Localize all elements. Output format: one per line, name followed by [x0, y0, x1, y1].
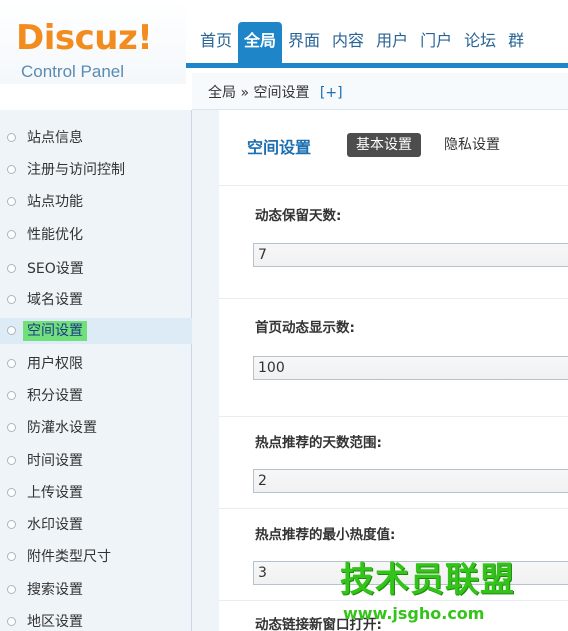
bullet-icon: [7, 456, 16, 465]
hot-days-range-input[interactable]: [253, 469, 568, 493]
bullet-icon: [7, 488, 16, 497]
nav-tabs: 首页 全局 界面 内容 用户 门户 论坛 群: [194, 22, 530, 63]
bullet-icon: [7, 197, 16, 206]
bullet-icon: [7, 326, 16, 335]
sidebar-item-label: 空间设置: [23, 321, 87, 341]
sidebar-item-region[interactable]: 地区设置: [0, 609, 192, 631]
sidebar-item-label: 注册与访问控制: [27, 162, 125, 178]
main-panel: 空间设置 基本设置 隐私设置 动态保留天数: 首页动态显示数: 热点推荐的天数范…: [192, 110, 568, 631]
settings-content: 空间设置 基本设置 隐私设置 动态保留天数: 首页动态显示数: 热点推荐的天数范…: [219, 110, 568, 631]
bullet-icon: [7, 359, 16, 368]
breadcrumb-bar: 全局 » 空间设置 [+]: [192, 73, 568, 110]
breadcrumb: 全局 » 空间设置 [+]: [208, 82, 343, 102]
sidebar-item-label: 站点功能: [27, 194, 83, 210]
tab-portal[interactable]: 门户: [414, 22, 458, 63]
sidebar-item-anti-spam[interactable]: 防灌水设置: [0, 415, 192, 441]
sidebar-item-watermark[interactable]: 水印设置: [0, 512, 192, 538]
bullet-icon: [7, 295, 16, 304]
sidebar-item-label: 地区设置: [27, 614, 83, 630]
field-label-feed-retention-days: 动态保留天数:: [255, 208, 342, 224]
sidebar-item-label: SEO设置: [27, 261, 84, 277]
divider: [219, 508, 568, 509]
bullet-icon: [7, 617, 16, 626]
field-label-hot-min-heat: 热点推荐的最小热度值:: [255, 527, 396, 543]
sidebar-item-space[interactable]: 空间设置: [0, 318, 192, 344]
bullet-icon: [7, 520, 16, 529]
tab-home[interactable]: 首页: [194, 22, 238, 63]
tab-interface[interactable]: 界面: [282, 22, 326, 63]
sidebar-item-search[interactable]: 搜索设置: [0, 577, 192, 603]
bullet-icon: [7, 230, 16, 239]
bullet-icon: [7, 133, 16, 142]
tab-users[interactable]: 用户: [370, 22, 414, 63]
watermark-url: www.jsgho.com: [343, 604, 485, 623]
divider: [219, 416, 568, 417]
tab-global[interactable]: 全局: [238, 22, 283, 63]
bullet-icon: [7, 165, 16, 174]
sidebar-item-label: 搜索设置: [27, 582, 83, 598]
bullet-icon: [7, 552, 16, 561]
feed-retention-days-input[interactable]: [253, 243, 568, 267]
sidebar-item-label: 用户权限: [27, 356, 83, 372]
tab-group[interactable]: 群: [502, 22, 530, 63]
add-shortcut-button[interactable]: [+]: [320, 85, 343, 101]
sidebar-item-site-features[interactable]: 站点功能: [0, 189, 192, 215]
bullet-icon: [7, 264, 16, 273]
sidebar-item-permissions[interactable]: 用户权限: [0, 351, 192, 377]
sidebar-item-domain[interactable]: 域名设置: [0, 287, 192, 313]
sidebar-item-label: 防灌水设置: [27, 420, 97, 436]
sidebar-item-time[interactable]: 时间设置: [0, 448, 192, 474]
top-nav: 首页 全局 界面 内容 用户 门户 论坛 群: [186, 0, 568, 68]
page-title: 空间设置: [247, 138, 312, 157]
watermark: 技术员联盟 www.jsgho.com: [340, 560, 568, 631]
divider: [219, 298, 568, 299]
watermark-title: 技术员联盟: [340, 560, 515, 600]
logo-subtitle: Control Panel: [21, 62, 125, 81]
sidebar-item-label: 时间设置: [27, 453, 83, 469]
sidebar-item-performance[interactable]: 性能优化: [0, 222, 192, 248]
field-label-home-feed-count: 首页动态显示数:: [255, 320, 355, 336]
sidebar-item-credits[interactable]: 积分设置: [0, 383, 192, 409]
tab-content[interactable]: 内容: [326, 22, 370, 63]
sidebar-item-register-access[interactable]: 注册与访问控制: [0, 157, 192, 183]
field-label-hot-days-range: 热点推荐的天数范围:: [255, 435, 382, 451]
sidebar-item-label: 水印设置: [27, 517, 83, 533]
bullet-icon: [7, 391, 16, 400]
sidebar-item-label: 积分设置: [27, 388, 83, 404]
bullet-icon: [7, 423, 16, 432]
home-feed-count-input[interactable]: [253, 356, 568, 380]
logo[interactable]: Discuz! Control Panel: [0, 0, 186, 84]
tab-forum[interactable]: 论坛: [458, 22, 502, 63]
header: Discuz! Control Panel 首页 全局 界面 内容 用户 门户 …: [0, 0, 568, 110]
breadcrumb-path[interactable]: 全局 » 空间设置: [208, 85, 309, 101]
sidebar-item-label: 附件类型尺寸: [27, 549, 111, 565]
sidebar-item-attachment-types[interactable]: 附件类型尺寸: [0, 544, 192, 570]
sidebar-item-label: 上传设置: [27, 485, 83, 501]
logo-brand: Discuz!: [16, 18, 153, 58]
divider: [219, 185, 568, 186]
sidebar-item-upload[interactable]: 上传设置: [0, 480, 192, 506]
sidebar-item-label: 域名设置: [27, 292, 83, 308]
bullet-icon: [7, 585, 16, 594]
sidebar-item-label: 性能优化: [27, 227, 83, 243]
sidebar-item-seo[interactable]: SEO设置: [0, 256, 192, 282]
tab-privacy-settings[interactable]: 隐私设置: [444, 133, 500, 157]
sidebar-item-label: 站点信息: [27, 130, 83, 146]
tab-basic-settings[interactable]: 基本设置: [347, 133, 421, 157]
sidebar-item-site-info[interactable]: 站点信息: [0, 125, 192, 151]
sidebar: 站点信息 注册与访问控制 站点功能 性能优化 SEO设置 域名设置 空间设置 用…: [0, 110, 192, 631]
